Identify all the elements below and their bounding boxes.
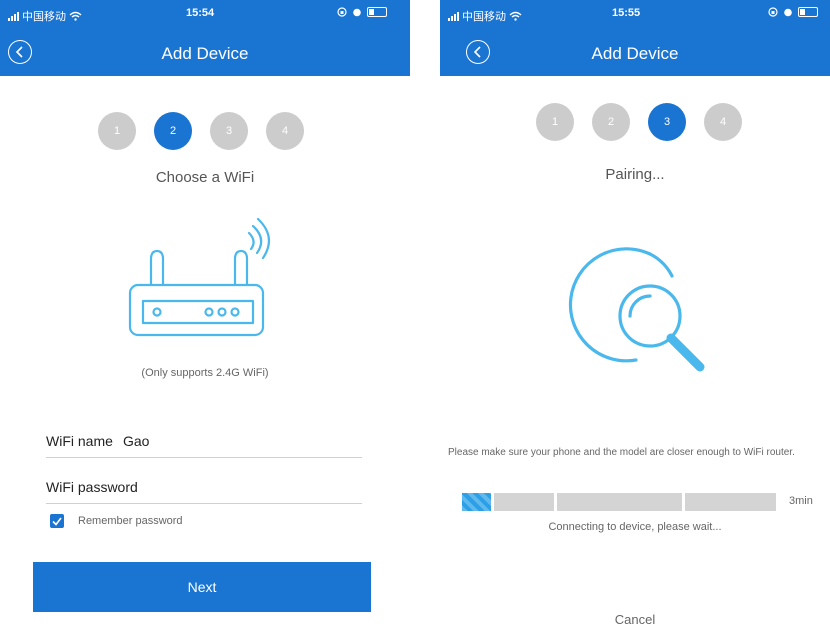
clock: 15:55 (612, 7, 641, 19)
search-magnifier-icon (568, 247, 705, 372)
step-subtitle: Pairing... (605, 166, 665, 183)
rotation-lock-icon (768, 7, 778, 17)
step-4: 4 (266, 112, 304, 150)
progress-segment (494, 493, 554, 511)
carrier-label: 中国移动 (22, 11, 66, 23)
rotation-lock-icon (337, 7, 347, 17)
step-2: 2 (154, 112, 192, 150)
battery-icon (367, 7, 387, 17)
status-bar: 中国移动 15:55 (440, 0, 830, 28)
step-1: 1 (98, 112, 136, 150)
progress-fill (462, 493, 491, 511)
step-4: 4 (704, 103, 742, 141)
wifi-password-field[interactable]: WiFi password (46, 479, 362, 504)
step-indicator: 1 2 3 4 (536, 103, 742, 141)
wifi-password-label: WiFi password (46, 479, 138, 495)
wifi-name-field[interactable]: WiFi name Gao (46, 433, 362, 458)
remember-password-label: Remember password (78, 515, 183, 527)
progress-segment (557, 493, 682, 511)
checkmark-icon (52, 517, 62, 526)
wifi-icon (509, 11, 522, 21)
remember-password-checkbox[interactable] (50, 514, 64, 528)
proximity-tip: Please make sure your phone and the mode… (448, 447, 795, 458)
wifi-name-label: WiFi name (46, 433, 113, 449)
remember-password-row[interactable]: Remember password (50, 514, 183, 528)
signal-icon (8, 11, 19, 21)
next-button[interactable]: Next (33, 562, 371, 612)
add-device-screen-pairing: 中国移动 15:55 Add Device 1 2 3 4 Pairing...… (440, 0, 830, 628)
alarm-icon (353, 8, 361, 17)
step-indicator: 1 2 3 4 (98, 112, 304, 150)
cancel-button[interactable]: Cancel (440, 612, 830, 627)
step-3: 3 (210, 112, 248, 150)
wifi-name-input[interactable]: Gao (123, 433, 149, 449)
page-title: Add Device (161, 44, 249, 63)
alarm-icon (784, 8, 792, 17)
wifi-support-note: (Only supports 2.4G WiFi) (141, 367, 269, 379)
progress-segment (685, 493, 776, 511)
clock: 15:54 (186, 7, 215, 19)
router-icon (128, 217, 270, 337)
wifi-icon (69, 11, 82, 21)
time-remaining-label: 3min (789, 495, 813, 507)
step-2: 2 (592, 103, 630, 141)
signal-icon (448, 11, 459, 21)
battery-icon (798, 7, 818, 17)
step-1: 1 (536, 103, 574, 141)
add-device-screen-choose-wifi: 中国移动 15:54 Add Device 1 2 3 4 Choose a W… (0, 0, 410, 628)
status-bar: 中国移动 15:54 (0, 0, 410, 28)
page-title: Add Device (591, 44, 679, 63)
carrier-label: 中国移动 (462, 11, 506, 23)
pairing-progress-bar (462, 493, 776, 511)
connecting-status: Connecting to device, please wait... (548, 521, 722, 533)
step-3: 3 (648, 103, 686, 141)
step-subtitle: Choose a WiFi (155, 169, 255, 186)
